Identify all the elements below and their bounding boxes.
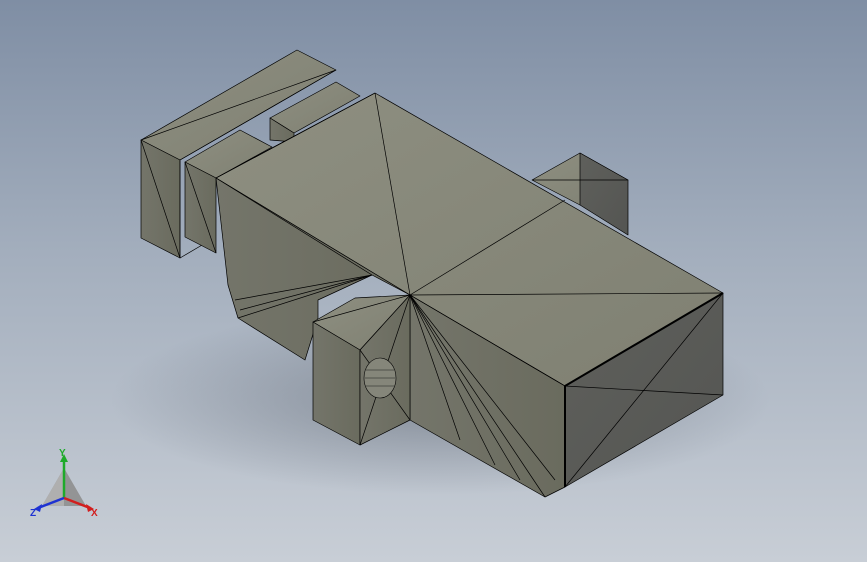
z-axis-label: Z bbox=[30, 508, 36, 519]
front-bump bbox=[312, 294, 411, 446]
y-axis-label: Y bbox=[59, 448, 66, 459]
3d-model[interactable] bbox=[0, 0, 867, 562]
axis-triad: Y X Z bbox=[30, 448, 98, 519]
graphics-viewport[interactable]: Y X Z bbox=[0, 0, 867, 562]
x-axis-label: X bbox=[91, 508, 98, 519]
